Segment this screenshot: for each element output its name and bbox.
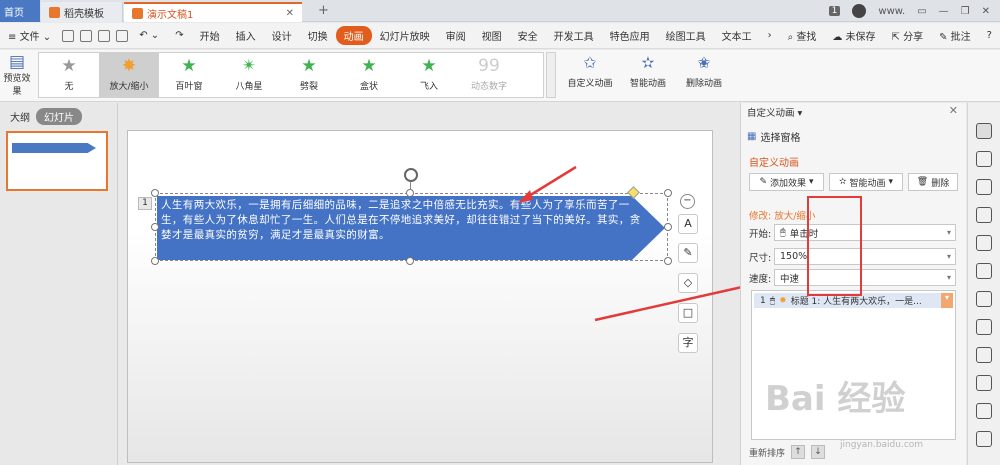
chevron-down-icon: ▾ bbox=[946, 252, 951, 261]
animation-pane-icon[interactable] bbox=[976, 123, 992, 139]
modify-heading: 修改: 放大/缩小 bbox=[749, 211, 816, 222]
smart-animation-pane-button[interactable]: ✫ 智能动画 ▾ bbox=[829, 173, 903, 191]
reorder-label: 重新排序 bbox=[749, 448, 786, 459]
arrowhead bbox=[518, 190, 533, 203]
move-down-icon[interactable]: ↓ bbox=[811, 445, 826, 459]
pane-title-label: 自定义动画 bbox=[747, 108, 795, 119]
settings-icon[interactable] bbox=[976, 319, 992, 335]
star-burst-icon: ✸ bbox=[779, 295, 787, 306]
gallery-icon[interactable] bbox=[976, 263, 992, 279]
start-select[interactable]: 🖱 单击时 ▾ bbox=[774, 224, 956, 241]
chevron-down-icon: ▾ bbox=[946, 273, 951, 282]
watermark-url: jingyan.baidu.com bbox=[840, 440, 924, 450]
image-icon[interactable] bbox=[976, 431, 992, 447]
close-pane-icon[interactable]: ✕ bbox=[949, 104, 958, 117]
smart-icon: ✫ bbox=[838, 177, 847, 187]
mouse-icon: 🖱 bbox=[780, 227, 786, 238]
search-doc-icon[interactable] bbox=[976, 375, 992, 391]
speed-label: 速度: bbox=[749, 273, 772, 285]
file-icon[interactable] bbox=[976, 403, 992, 419]
annotation-box bbox=[807, 196, 862, 296]
pane-title[interactable]: 自定义动画 ▾ bbox=[747, 105, 802, 119]
speed-select[interactable]: 中速 ▾ bbox=[774, 269, 956, 286]
size-label: 尺寸: bbox=[749, 252, 772, 264]
table-icon[interactable] bbox=[976, 235, 992, 251]
trash-icon: 🗑 bbox=[916, 177, 929, 187]
delete-button[interactable]: 🗑 删除 bbox=[908, 173, 958, 191]
add-effect-icon: ✎ bbox=[759, 177, 767, 187]
watermark: Bai 经验 bbox=[765, 379, 906, 419]
start-label: 开始: bbox=[749, 228, 772, 240]
item-dropdown-icon[interactable]: ▾ bbox=[941, 293, 953, 308]
add-effect-label: 添加效果 bbox=[770, 178, 807, 189]
smart-anim-label: 智能动画 bbox=[849, 178, 886, 189]
speed-value: 中速 bbox=[780, 273, 800, 285]
size-select[interactable]: 150% ▾ bbox=[774, 248, 956, 265]
edit-icon[interactable] bbox=[976, 207, 992, 223]
right-sidebar bbox=[967, 103, 1000, 465]
reorder-row: 重新排序 ↑ ↓ bbox=[749, 445, 826, 459]
mouse-icon: 🖱 bbox=[769, 295, 776, 306]
chart-icon[interactable] bbox=[976, 291, 992, 307]
selection-pane-icon: ▦ bbox=[747, 131, 757, 142]
document-icon[interactable] bbox=[976, 347, 992, 363]
move-up-icon[interactable]: ↑ bbox=[791, 445, 806, 459]
selection-pane-button[interactable]: ▦ 选择窗格 bbox=[747, 129, 800, 144]
chevron-down-icon: ▾ bbox=[946, 228, 951, 237]
delete-label: 删除 bbox=[931, 178, 950, 189]
shape-icon[interactable] bbox=[976, 179, 992, 195]
section-heading: 自定义动画 bbox=[749, 158, 799, 169]
selection-pane-label: 选择窗格 bbox=[760, 133, 801, 144]
item-number: 1 bbox=[760, 295, 766, 306]
add-effect-button[interactable]: ✎ 添加效果 ▾ bbox=[749, 173, 824, 191]
annotation-arrow-top bbox=[523, 165, 577, 201]
copy-icon[interactable] bbox=[976, 151, 992, 167]
size-value: 150% bbox=[780, 251, 808, 262]
